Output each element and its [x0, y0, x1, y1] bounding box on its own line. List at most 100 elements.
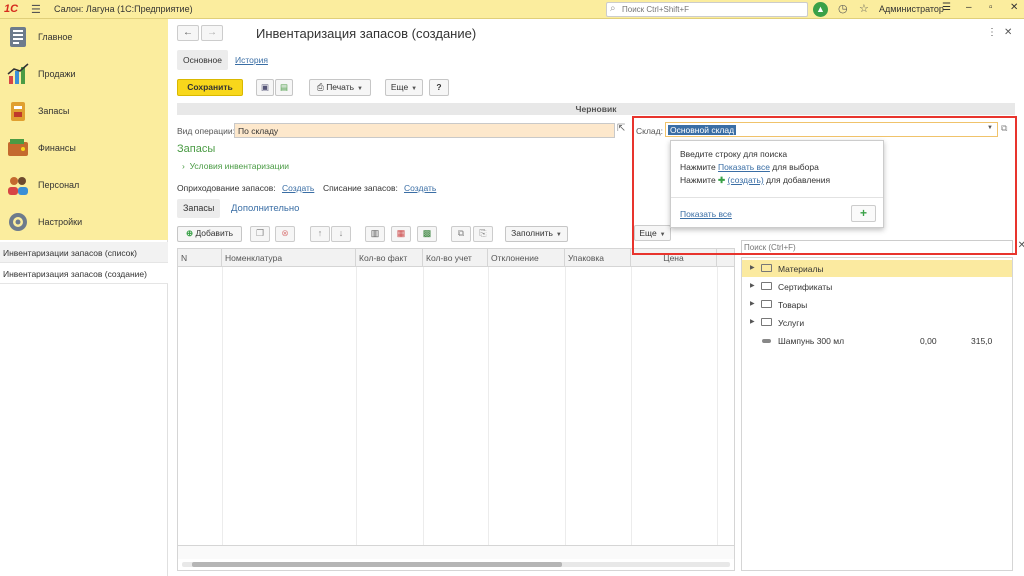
favorites-star-icon[interactable]: ☆: [859, 2, 869, 15]
more-button[interactable]: Еще ▼: [385, 79, 423, 96]
menu-icon[interactable]: ☰: [31, 3, 41, 16]
open-window-inventory-create[interactable]: Инвентаризация запасов (создание): [0, 263, 168, 284]
add-warehouse-button[interactable]: +: [851, 205, 876, 222]
close-window-icon[interactable]: ✕: [1010, 2, 1018, 13]
popup-text: Нажмите: [680, 175, 719, 185]
tree-row-services[interactable]: ▶ Услуги: [742, 314, 1012, 331]
item-quantity: 0,00: [920, 336, 937, 346]
horizontal-scrollbar[interactable]: [182, 562, 730, 567]
settings-menu-icon[interactable]: ☰: [942, 2, 951, 13]
operation-label: Вид операции:: [177, 126, 235, 136]
table-more-button[interactable]: Еще ▼: [634, 225, 671, 241]
inventory-table[interactable]: N Номенклатура Кол-во факт Кол-во учет О…: [177, 248, 735, 571]
history-icon[interactable]: ◷: [838, 2, 848, 15]
open-link-icon[interactable]: ⧉: [1001, 123, 1007, 134]
tab-history[interactable]: История: [235, 55, 268, 65]
add-row-button[interactable]: ⊕ Добавить: [177, 226, 242, 242]
user-name[interactable]: Администратор: [879, 4, 944, 14]
sidebar-item-sales[interactable]: Продажи: [0, 56, 168, 93]
print-labels-button[interactable]: ▦: [391, 226, 411, 242]
popup-create-link[interactable]: (создать): [728, 175, 764, 185]
chevron-down-icon[interactable]: ▼: [987, 125, 993, 131]
column-divider: [488, 267, 489, 545]
page-title: Инвентаризация запасов (создание): [256, 26, 477, 41]
minimize-icon[interactable]: –: [966, 2, 972, 13]
help-button[interactable]: ?: [429, 79, 449, 96]
popup-text: для выбора: [769, 162, 819, 172]
column-header-qty-book[interactable]: Кол-во учет: [423, 249, 488, 267]
warehouse-value: Основной склад: [668, 125, 737, 135]
print-button[interactable]: ⎙ Печать ▼: [309, 79, 371, 96]
excel-icon: ▩: [422, 228, 432, 238]
sidebar-item-main[interactable]: Главное: [0, 19, 168, 56]
popup-show-all-inline-link[interactable]: Показать все: [718, 162, 770, 172]
item-tree[interactable]: ▶ Материалы ▶ Сертификаты ▶ Товары ▶ Усл…: [741, 257, 1013, 571]
sales-chart-icon: [7, 63, 29, 84]
expand-arrow-icon[interactable]: ▶: [750, 318, 755, 325]
sidebar-item-inventory[interactable]: Запасы: [0, 93, 168, 130]
operation-field[interactable]: По складу: [234, 123, 615, 138]
conditions-link[interactable]: › Условия инвентаризации: [182, 161, 289, 171]
more-label: Еще: [390, 82, 409, 92]
add-icon: ⊕: [185, 228, 194, 238]
copy-row-button[interactable]: ❐: [250, 226, 270, 242]
subtab-additional[interactable]: Дополнительно: [231, 203, 299, 214]
column-header-qty-fact[interactable]: Кол-во факт: [356, 249, 423, 267]
scrollbar-thumb[interactable]: [192, 562, 562, 567]
move-up-button[interactable]: ↑: [310, 226, 330, 242]
print-label: Печать: [326, 82, 355, 92]
add-label: Добавить: [195, 228, 234, 238]
fill-button[interactable]: Заполнить ▼: [505, 226, 568, 242]
subtab-inventory[interactable]: Запасы: [177, 199, 221, 218]
sidebar-item-staff[interactable]: Персонал: [0, 167, 168, 204]
posting-create-link[interactable]: Создать: [282, 183, 314, 193]
folder-icon: [761, 318, 772, 326]
expand-arrow-icon[interactable]: ▶: [750, 282, 755, 289]
tree-row-shampoo[interactable]: Шампунь 300 мл 0,00 315,0: [742, 332, 1012, 349]
expand-arrow-icon[interactable]: ▶: [750, 264, 755, 271]
save-button[interactable]: Сохранить: [177, 79, 243, 96]
sidebar-item-settings[interactable]: Настройки: [0, 204, 168, 241]
tree-row-goods[interactable]: ▶ Товары: [742, 296, 1012, 313]
paste-rows-button[interactable]: ⎘: [473, 226, 493, 242]
tab-main[interactable]: Основное: [177, 50, 228, 70]
tree-row-label: Сертификаты: [778, 282, 833, 292]
sidebar-item-label: Запасы: [38, 106, 70, 116]
column-header-package[interactable]: Упаковка: [565, 249, 631, 267]
writeoff-create-link[interactable]: Создать: [404, 183, 436, 193]
forward-button[interactable]: →: [201, 25, 223, 41]
show-all-link[interactable]: Показать все: [680, 209, 732, 219]
column-header-item[interactable]: Номенклатура: [222, 249, 356, 267]
expand-arrow-icon[interactable]: ▶: [750, 300, 755, 307]
column-divider: [631, 267, 632, 545]
tree-row-materials[interactable]: ▶ Материалы: [742, 260, 1012, 277]
paste-icon: ⎘: [479, 228, 487, 238]
barcode-button[interactable]: ▥: [365, 226, 385, 242]
global-search-input[interactable]: [622, 4, 806, 15]
back-button[interactable]: ←: [177, 25, 199, 41]
open-window-inventory-list[interactable]: Инвентаризации запасов (список): [0, 242, 168, 263]
tree-row-certificates[interactable]: ▶ Сертификаты: [742, 278, 1012, 295]
sidebar-item-finance[interactable]: Финансы: [0, 130, 168, 167]
copy-rows-button[interactable]: ⧉: [451, 226, 471, 242]
clear-search-icon[interactable]: ✕: [1018, 240, 1024, 251]
column-header-n[interactable]: N: [178, 249, 222, 267]
column-divider: [423, 267, 424, 545]
column-header-deviation[interactable]: Отклонение: [488, 249, 565, 267]
restore-icon[interactable]: ▫: [989, 2, 993, 13]
tree-row-label: Услуги: [778, 318, 805, 328]
sidebar: Главное Продажи Запасы Финансы Персонал …: [0, 19, 168, 240]
excel-import-button[interactable]: ▩: [417, 226, 437, 242]
more-options-icon[interactable]: ⋮: [987, 27, 997, 38]
delete-row-button[interactable]: ⊗: [275, 226, 295, 242]
item-icon: [762, 339, 771, 343]
global-search[interactable]: ⌕: [606, 2, 808, 17]
column-divider: [717, 267, 718, 545]
post-document-button[interactable]: ▤: [275, 79, 293, 96]
warehouse-field[interactable]: Основной склад ▼: [665, 122, 998, 137]
move-down-button[interactable]: ↓: [331, 226, 351, 242]
fill-label: Заполнить: [511, 228, 553, 238]
notification-icon[interactable]: ▲: [813, 2, 828, 17]
save-disk-button[interactable]: ▣: [256, 79, 274, 96]
close-form-icon[interactable]: ✕: [1004, 27, 1012, 38]
